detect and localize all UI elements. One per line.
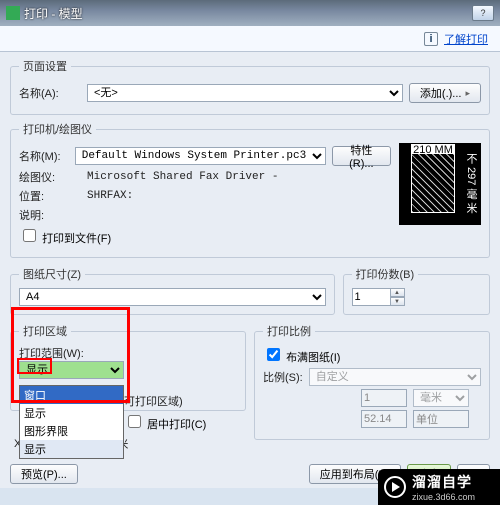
scale-ratio-select[interactable]: 自定义 bbox=[309, 368, 481, 386]
copies-legend: 打印份数(B) bbox=[352, 266, 419, 282]
range-option-extents[interactable]: 图形界限 bbox=[20, 422, 123, 440]
scale-ratio-label: 比例(S): bbox=[263, 369, 303, 385]
plotter-label: 绘图仪: bbox=[19, 169, 81, 185]
range-option-window[interactable]: 窗口 bbox=[20, 386, 123, 404]
watermark-url: zixue.3d66.com bbox=[412, 492, 475, 502]
page-setup-legend: 页面设置 bbox=[19, 58, 71, 74]
paper-size-select[interactable]: A4 bbox=[19, 288, 326, 306]
print-range-label: 打印范围(W): bbox=[19, 345, 237, 361]
print-scale-group: 打印比例 布满图纸(I) 比例(S): 自定义 毫米 bbox=[254, 323, 490, 440]
play-icon bbox=[384, 476, 406, 498]
copies-group: 打印份数(B) ▲▼ bbox=[343, 266, 491, 315]
fit-to-paper-checkbox[interactable]: 布满图纸(I) bbox=[263, 352, 340, 364]
plotter-value: Microsoft Shared Fax Driver - bbox=[87, 171, 278, 183]
print-to-file-checkbox[interactable]: 打印到文件(F) bbox=[19, 226, 111, 246]
print-scale-legend: 打印比例 bbox=[263, 323, 315, 339]
preview-height-label: 不 297 毫 米 bbox=[463, 153, 479, 214]
print-area-legend: 打印区域 bbox=[19, 323, 71, 339]
printer-legend: 打印机/绘图仪 bbox=[19, 121, 96, 137]
learn-print-link[interactable]: 了解打印 bbox=[444, 31, 488, 47]
preview-page-icon bbox=[411, 153, 455, 213]
copies-spinner[interactable]: ▲▼ bbox=[352, 288, 405, 306]
location-value: SHRFAX: bbox=[87, 190, 133, 202]
help-button[interactable]: ? bbox=[472, 5, 494, 21]
location-label: 位置: bbox=[19, 188, 81, 204]
info-icon: i bbox=[424, 32, 438, 46]
window-title: 打印 - 模型 bbox=[24, 5, 472, 22]
page-setup-group: 页面设置 名称(A): <无> 添加(.)... bbox=[10, 58, 490, 115]
scale-num1-input bbox=[361, 389, 407, 407]
printable-area-label: 可打印区域) bbox=[124, 396, 183, 408]
paper-preview: 210 MM 不 297 毫 米 bbox=[399, 143, 481, 225]
preview-button[interactable]: 预览(P)... bbox=[10, 464, 78, 484]
app-icon bbox=[6, 6, 20, 20]
copies-input[interactable] bbox=[352, 288, 390, 306]
titlebar: 打印 - 模型 ? bbox=[0, 0, 500, 26]
spin-up-icon[interactable]: ▲ bbox=[390, 288, 405, 297]
page-name-select[interactable]: <无> bbox=[87, 84, 403, 102]
properties-button[interactable]: 特性(R)... bbox=[332, 146, 391, 166]
range-option-display[interactable]: 显示 bbox=[20, 404, 123, 422]
printer-name-select[interactable]: Default Windows System Printer.pc3 bbox=[75, 147, 326, 165]
watermark: 溜溜自学 zixue.3d66.com bbox=[378, 469, 500, 505]
desc-label: 说明: bbox=[19, 207, 81, 223]
range-option-display2[interactable]: 显示 bbox=[20, 440, 123, 458]
scale-num2-input bbox=[361, 410, 407, 428]
spin-down-icon[interactable]: ▼ bbox=[390, 297, 405, 306]
center-print-checkbox[interactable]: 居中打印(C) bbox=[124, 412, 206, 432]
add-button[interactable]: 添加(.)... bbox=[409, 83, 481, 103]
paper-size-legend: 图纸尺寸(Z) bbox=[19, 266, 85, 282]
watermark-title: 溜溜自学 bbox=[412, 472, 475, 492]
printer-name-label: 名称(M): bbox=[19, 148, 69, 164]
info-bar: i 了解打印 bbox=[0, 26, 500, 52]
scale-unit1-select: 毫米 bbox=[413, 389, 469, 407]
paper-size-group: 图纸尺寸(Z) A4 bbox=[10, 266, 335, 315]
print-range-dropdown-list[interactable]: 窗口 显示 图形界限 显示 bbox=[19, 385, 124, 459]
window-controls: ? bbox=[472, 5, 494, 21]
printer-group: 打印机/绘图仪 名称(M): Default Windows System Pr… bbox=[10, 121, 490, 258]
print-range-select[interactable]: 显示 bbox=[19, 361, 124, 379]
scale-unit2-input bbox=[413, 410, 469, 428]
page-name-label: 名称(A): bbox=[19, 85, 81, 101]
